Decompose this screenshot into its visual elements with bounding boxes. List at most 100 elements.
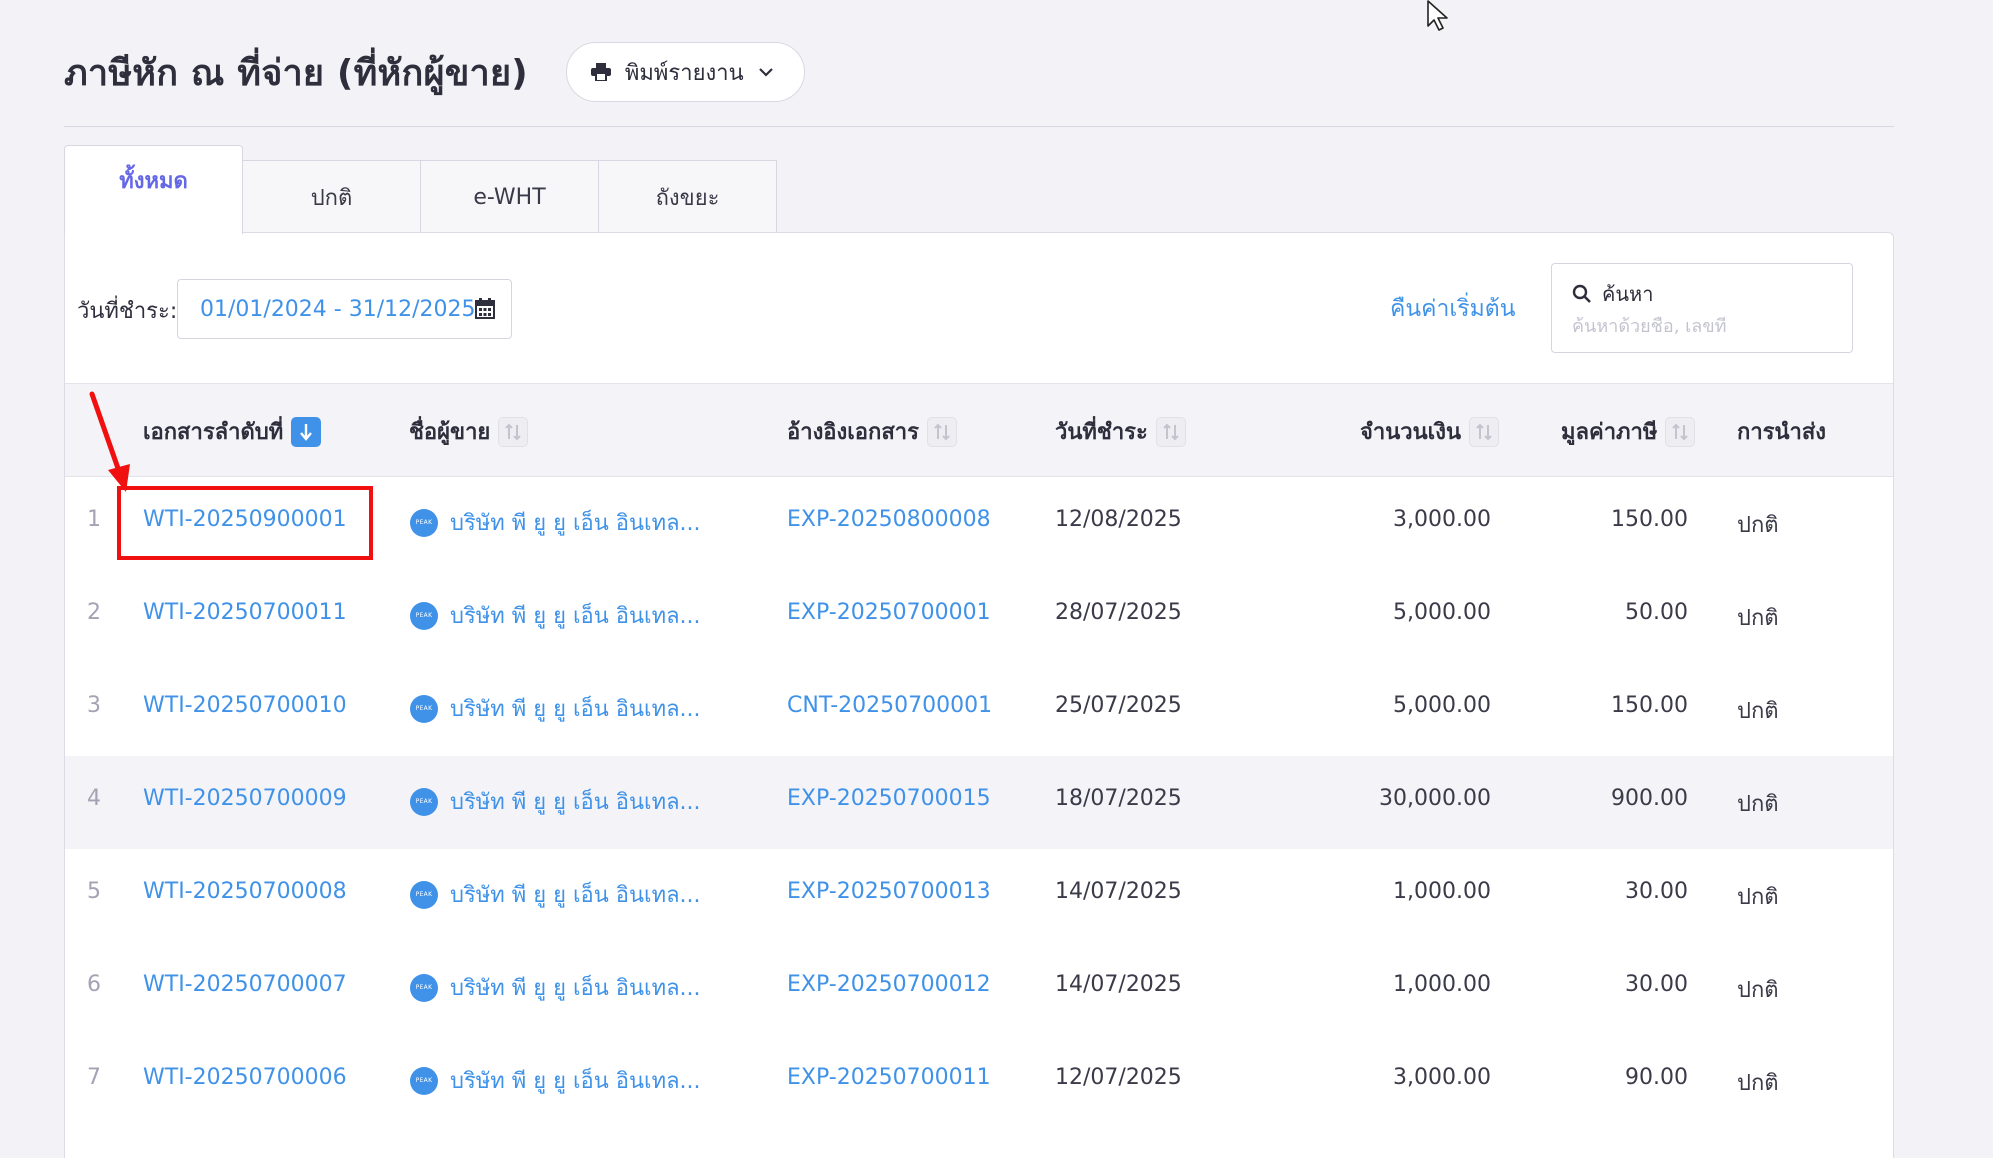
search-icon [1572,284,1591,303]
delivery-type: ปกติ [1737,1071,1779,1096]
print-report-label: พิมพ์รายงาน [624,60,744,86]
reference-doc-link[interactable]: EXP-20250700013 [787,879,991,904]
sort-icon[interactable] [498,416,529,447]
annotation-arrow-icon [89,391,130,492]
tab-bar: ทั้งหมด ปกติ e-WHT ถังขยะ [64,144,777,234]
vendor-logo-icon: PEAK [410,508,438,537]
vendor-logo-icon: PEAK [410,1066,438,1095]
tab-all[interactable]: ทั้งหมด [64,145,243,234]
vendor-name-link[interactable]: PEAK บริษัท พี ยู ยู เอ็น อินเทล... [410,598,701,633]
sort-icon[interactable] [1468,416,1499,447]
amount: 5,000.00 [1393,693,1491,718]
column-header-label: อ้างอิงเอกสาร [787,420,919,445]
reference-doc-link[interactable]: EXP-20250700011 [787,1065,991,1090]
doc-number-link[interactable]: WTI-20250700007 [143,972,347,997]
vendor-name-link[interactable]: PEAK บริษัท พี ยู ยู เอ็น อินเทล... [410,1063,701,1098]
reference-doc-link[interactable]: EXP-20250700012 [787,972,991,997]
reference-doc-link[interactable]: EXP-20250700001 [787,600,991,625]
reference-doc-link[interactable]: CNT-20250700001 [787,693,992,718]
sort-desc-icon[interactable] [291,416,322,447]
payment-date: 12/08/2025 [1055,507,1182,532]
tax-value: 150.00 [1611,693,1688,718]
table-row[interactable]: 2 WTI-20250700011 PEAK บริษัท พี ยู ยู เอ็น… [65,570,1893,663]
delivery-type: ปกติ [1737,792,1779,817]
doc-number-link[interactable]: WTI-20250700006 [143,1065,347,1090]
page: ภาษีหัก ณ ที่จ่าย (ที่หักผู้ขาย) พิมพ์รา… [0,0,1993,1158]
row-index: 5 [87,879,101,904]
vendor-name-link[interactable]: PEAK บริษัท พี ยู ยู เอ็น อินเทล... [410,970,701,1005]
column-header-delivery: การนำส่ง [1737,414,1826,449]
table-row[interactable]: 4 WTI-20250700009 PEAK บริษัท พี ยู ยู เอ็น… [65,756,1893,849]
doc-number-link[interactable]: WTI-20250700011 [143,600,347,625]
content-panel: วันที่ชำระ: 01/01/2024 - 31/12/2025 คืนค… [64,232,1894,1158]
tab-e-wht[interactable]: e-WHT [420,160,599,234]
payment-date: 28/07/2025 [1055,600,1182,625]
mouse-cursor-icon [1427,0,1448,31]
column-header-reference[interactable]: อ้างอิงเอกสาร [787,414,957,449]
table-row[interactable]: 3 WTI-20250700010 PEAK บริษัท พี ยู ยู เอ็น… [65,663,1893,756]
vendor-name: บริษัท พี ยู ยู เอ็น อินเทล... [450,604,701,629]
row-index: 1 [87,507,101,532]
amount: 3,000.00 [1393,507,1491,532]
vendor-name: บริษัท พี ยู ยู เอ็น อินเทล... [450,697,701,722]
column-header-payment-date[interactable]: วันที่ชำระ [1055,414,1186,449]
vendor-name: บริษัท พี ยู ยู เอ็น อินเทล... [450,1069,701,1094]
print-report-button[interactable]: พิมพ์รายงาน [565,42,805,102]
amount: 30,000.00 [1379,786,1491,811]
reset-filters-link[interactable]: คืนค่าเริ่มต้น [1390,291,1515,327]
vendor-name-link[interactable]: PEAK บริษัท พี ยู ยู เอ็น อินเทล... [410,691,701,726]
vendor-name: บริษัท พี ยู ยู เอ็น อินเทล... [450,976,701,1001]
date-range-picker[interactable]: 01/01/2024 - 31/12/2025 [177,279,512,339]
vendor-logo-icon: PEAK [410,694,438,723]
payment-date: 14/07/2025 [1055,879,1182,904]
row-index: 7 [87,1065,101,1090]
doc-number-link[interactable]: WTI-20250700009 [143,786,347,811]
column-header-label: ชื่อผู้ขาย [409,420,491,445]
payment-date: 12/07/2025 [1055,1065,1182,1090]
column-header-label: มูลค่าภาษี [1561,420,1658,445]
column-header-label: จำนวนเงิน [1360,420,1461,445]
tax-value: 150.00 [1611,507,1688,532]
amount: 1,000.00 [1393,879,1491,904]
vendor-logo-icon: PEAK [410,973,438,1002]
column-header-label: เอกสารลำดับที่ [143,420,284,445]
amount: 3,000.00 [1393,1065,1491,1090]
table-row[interactable]: 6 WTI-20250700007 PEAK บริษัท พี ยู ยู เอ็น… [65,942,1893,1035]
search-input[interactable] [1572,316,1842,337]
table-row[interactable]: 7 WTI-20250700006 PEAK บริษัท พี ยู ยู เอ็น… [65,1035,1893,1128]
sort-icon[interactable] [926,416,957,447]
delivery-type: ปกติ [1737,606,1779,631]
reference-doc-link[interactable]: EXP-20250700015 [787,786,991,811]
delivery-type: ปกติ [1737,978,1779,1003]
row-index: 6 [87,972,101,997]
doc-number-link[interactable]: WTI-20250700008 [143,879,347,904]
tax-value: 30.00 [1625,972,1688,997]
column-header-tax-value[interactable]: มูลค่าภาษี [1561,414,1696,449]
column-header-label: วันที่ชำระ [1055,420,1148,445]
column-header-amount[interactable]: จำนวนเงิน [1360,414,1499,449]
search-box[interactable]: ค้นหา [1551,263,1853,353]
delivery-type: ปกติ [1737,885,1779,910]
tab-trash[interactable]: ถังขยะ [598,160,777,234]
vendor-name-link[interactable]: PEAK บริษัท พี ยู ยู เอ็น อินเทล... [410,784,701,819]
column-header-doc-number[interactable]: เอกสารลำดับที่ [143,414,322,449]
vendor-name: บริษัท พี ยู ยู เอ็น อินเทล... [450,790,701,815]
printer-icon [590,63,611,81]
chevron-down-icon [758,68,773,77]
table-header: เอกสารลำดับที่ ชื่อผู้ขาย อ้างอิงเอกสาร … [65,383,1893,477]
column-header-vendor-name[interactable]: ชื่อผู้ขาย [409,414,529,449]
search-title: ค้นหา [1572,278,1852,310]
sort-icon[interactable] [1665,416,1696,447]
tax-value: 50.00 [1625,600,1688,625]
vendor-name-link[interactable]: PEAK บริษัท พี ยู ยู เอ็น อินเทล... [410,877,701,912]
tab-normal[interactable]: ปกติ [242,160,421,234]
doc-number-link[interactable]: WTI-20250700010 [143,693,347,718]
page-title: ภาษีหัก ณ ที่จ่าย (ที่หักผู้ขาย) [64,52,528,94]
vendor-name-link[interactable]: PEAK บริษัท พี ยู ยู เอ็น อินเทล... [410,505,701,540]
sort-icon[interactable] [1155,416,1186,447]
vendor-name: บริษัท พี ยู ยู เอ็น อินเทล... [450,883,701,908]
table-row[interactable]: 5 WTI-20250700008 PEAK บริษัท พี ยู ยู เอ็น… [65,849,1893,942]
search-title-label: ค้นหา [1602,282,1654,306]
row-index: 3 [87,693,101,718]
reference-doc-link[interactable]: EXP-20250800008 [787,507,991,532]
